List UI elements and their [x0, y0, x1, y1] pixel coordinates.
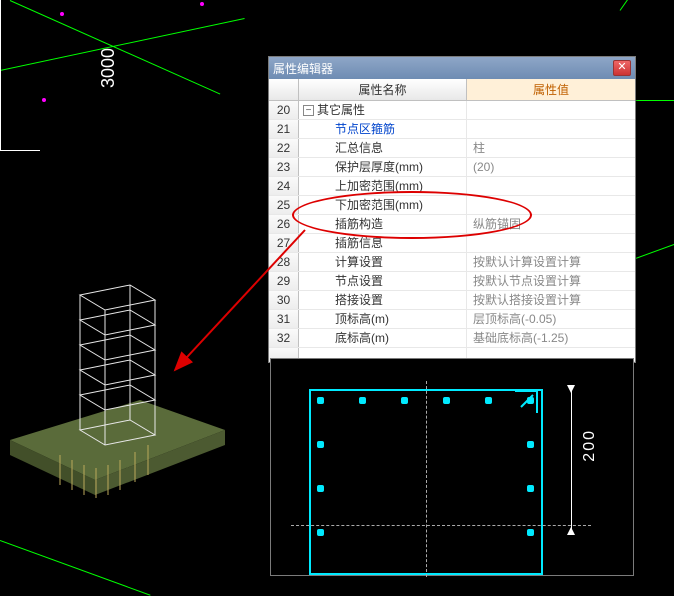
grid-header: 属性名称 属性值	[269, 79, 635, 101]
table-row[interactable]: 32 底标高(m) 基础底标高(-1.25)	[269, 329, 635, 348]
table-row[interactable]: 25 下加密范围(mm)	[269, 196, 635, 215]
table-row[interactable]: 31 顶标高(m) 层顶标高(-0.05)	[269, 310, 635, 329]
dimension-3000: 3000	[98, 48, 119, 88]
table-row[interactable]: 23 保护层厚度(mm) (20)	[269, 158, 635, 177]
grid-body: 20 − 其它属性 21 节点区箍筋 22 汇总信息 柱 23 保护层厚度(mm…	[269, 101, 635, 362]
table-row[interactable]: 22 汇总信息 柱	[269, 139, 635, 158]
header-name: 属性名称	[299, 79, 467, 100]
dialog-titlebar[interactable]: 属性编辑器 ✕	[269, 57, 635, 79]
dimension-200: 200	[581, 429, 599, 462]
table-row[interactable]: 24 上加密范围(mm)	[269, 177, 635, 196]
table-row[interactable]: 21 节点区箍筋	[269, 120, 635, 139]
collapse-icon[interactable]: −	[303, 105, 314, 116]
header-value: 属性值	[467, 79, 635, 100]
property-editor-dialog: 属性编辑器 ✕ 属性名称 属性值 20 − 其它属性 21 节点区箍筋 22 汇…	[268, 56, 636, 363]
close-icon: ✕	[617, 61, 626, 73]
table-row[interactable]: 27 插筋信息	[269, 234, 635, 253]
link-node-stirrup[interactable]: 节点区箍筋	[299, 120, 467, 138]
table-row-highlighted[interactable]: 26 插筋构造 纵筋锚固	[269, 215, 635, 234]
dialog-close-button[interactable]: ✕	[613, 60, 631, 76]
table-row[interactable]: 28 计算设置 按默认计算设置计算	[269, 253, 635, 272]
dialog-title: 属性编辑器	[273, 60, 333, 77]
table-row[interactable]: 29 节点设置 按默认节点设置计算	[269, 272, 635, 291]
table-row[interactable]: 20 − 其它属性	[269, 101, 635, 120]
section-preview[interactable]: 200	[270, 358, 634, 576]
table-row[interactable]: 30 搭接设置 按默认搭接设置计算	[269, 291, 635, 310]
